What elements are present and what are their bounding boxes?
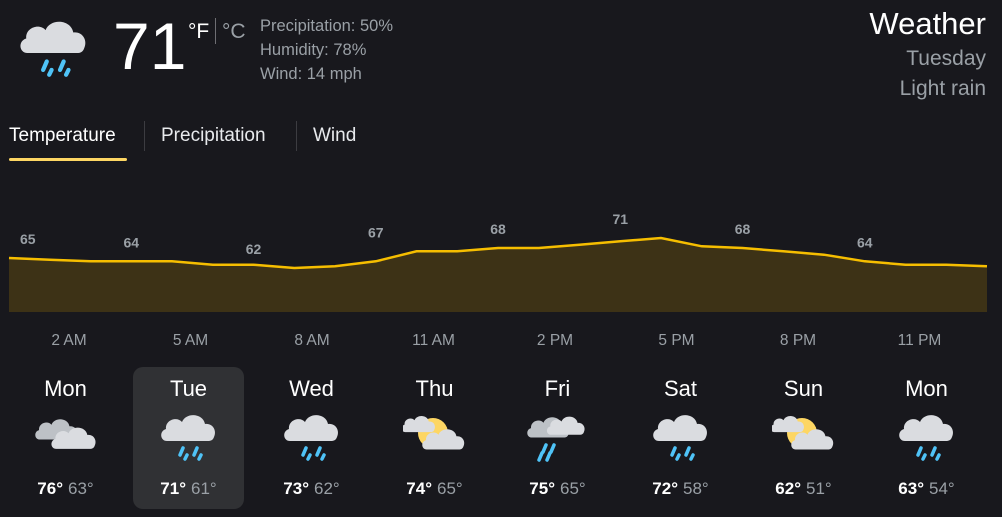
day-temps: 73° 62° bbox=[256, 478, 367, 500]
hour-label: 5 AM bbox=[172, 332, 209, 349]
day-low: 63° bbox=[68, 479, 94, 498]
weather-day: Tuesday bbox=[906, 47, 986, 70]
day-temps: 74° 65° bbox=[379, 478, 490, 500]
day-low: 61° bbox=[191, 479, 217, 498]
day-name: Wed bbox=[289, 376, 334, 401]
temperature-point-label: 68 bbox=[735, 221, 751, 237]
hour-label: 8 PM bbox=[779, 332, 817, 349]
rain-cloud-icon bbox=[157, 407, 221, 465]
hour-label: 8 AM bbox=[294, 332, 330, 349]
day-low: 58° bbox=[683, 479, 709, 498]
day-temps: 76° 63° bbox=[10, 478, 121, 500]
day-high: 62° bbox=[775, 479, 801, 498]
day-card-7[interactable]: Sun 62° 51° bbox=[748, 367, 859, 509]
partly-sunny-icon bbox=[401, 407, 467, 465]
day-low: 51° bbox=[806, 479, 832, 498]
day-high: 74° bbox=[406, 479, 432, 498]
hour-label: 5 PM bbox=[658, 332, 695, 349]
day-high: 71° bbox=[160, 479, 186, 498]
rain-cloud-icon bbox=[895, 407, 959, 465]
day-card-3[interactable]: Wed 73° 62° bbox=[256, 367, 367, 509]
temperature-point-label: 64 bbox=[857, 234, 873, 250]
day-card-8[interactable]: Mon 63° 54° bbox=[871, 367, 982, 509]
temperature-point-label: 71 bbox=[612, 211, 628, 227]
day-card-5[interactable]: Fri 75° 65° bbox=[502, 367, 613, 509]
tab-temperature[interactable]: Temperature bbox=[9, 124, 116, 148]
day-name: Thu bbox=[415, 376, 454, 401]
temperature-point-label: 62 bbox=[246, 241, 262, 257]
day-name: Fri bbox=[544, 376, 571, 401]
hour-label: 11 PM bbox=[897, 332, 942, 349]
day-temps: 71° 61° bbox=[133, 478, 244, 500]
current-temperature: 71 bbox=[113, 9, 187, 83]
hour-label: 2 AM bbox=[51, 332, 87, 349]
temperature-point-label: 68 bbox=[490, 221, 506, 237]
day-temps: 72° 58° bbox=[625, 478, 736, 500]
temperature-chart: 65 64 62 67 68 71 68 64 bbox=[8, 211, 988, 312]
day-high: 75° bbox=[529, 479, 555, 498]
tab-divider bbox=[296, 121, 297, 151]
cloudy-icon bbox=[34, 407, 98, 465]
day-name: Tue bbox=[169, 376, 208, 401]
day-low: 65° bbox=[437, 479, 463, 498]
weather-title: Weather bbox=[869, 6, 986, 41]
day-high: 63° bbox=[898, 479, 924, 498]
day-low: 54° bbox=[929, 479, 955, 498]
hour-label: 11 AM bbox=[412, 332, 455, 349]
day-name: Mon bbox=[905, 376, 948, 401]
unit-divider bbox=[215, 18, 216, 44]
temperature-point-label: 67 bbox=[368, 224, 384, 240]
day-card-1[interactable]: Mon 76° 63° bbox=[10, 367, 121, 509]
tab-wind[interactable]: Wind bbox=[313, 124, 356, 148]
day-card-4[interactable]: Thu 74° 65° bbox=[379, 367, 490, 509]
weather-condition: Light rain bbox=[899, 77, 986, 100]
unit-fahrenheit-button[interactable]: °F bbox=[188, 20, 209, 44]
day-name: Sun bbox=[783, 376, 824, 401]
precipitation-detail: Precipitation: 50% bbox=[260, 17, 393, 35]
rain-cloud-icon bbox=[14, 12, 94, 82]
wind-detail: Wind: 14 mph bbox=[260, 65, 362, 83]
humidity-detail: Humidity: 78% bbox=[260, 41, 367, 59]
day-high: 76° bbox=[37, 479, 63, 498]
day-low: 65° bbox=[560, 479, 586, 498]
temperature-point-label: 65 bbox=[20, 231, 36, 247]
active-tab-indicator bbox=[9, 158, 127, 161]
unit-celsius-button[interactable]: °C bbox=[222, 20, 246, 44]
tab-divider bbox=[144, 121, 145, 151]
partly-sunny-icon bbox=[770, 407, 836, 465]
day-high: 73° bbox=[283, 479, 309, 498]
day-high: 72° bbox=[652, 479, 678, 498]
day-temps: 75° 65° bbox=[502, 478, 613, 500]
day-name: Sat bbox=[663, 376, 698, 401]
hour-label: 2 PM bbox=[536, 332, 574, 349]
day-low: 62° bbox=[314, 479, 340, 498]
rain-cloud-icon bbox=[280, 407, 344, 465]
rain-cloud-icon bbox=[649, 407, 713, 465]
day-name: Mon bbox=[44, 376, 87, 401]
day-temps: 62° 51° bbox=[748, 478, 859, 500]
temperature-point-label: 64 bbox=[123, 234, 139, 250]
tab-precipitation[interactable]: Precipitation bbox=[161, 124, 266, 148]
day-temps: 63° 54° bbox=[871, 478, 982, 500]
day-card-6[interactable]: Sat 72° 58° bbox=[625, 367, 736, 509]
day-card-2[interactable]: Tue 71° 61° bbox=[133, 367, 244, 509]
rain-clouds-icon bbox=[526, 407, 590, 465]
